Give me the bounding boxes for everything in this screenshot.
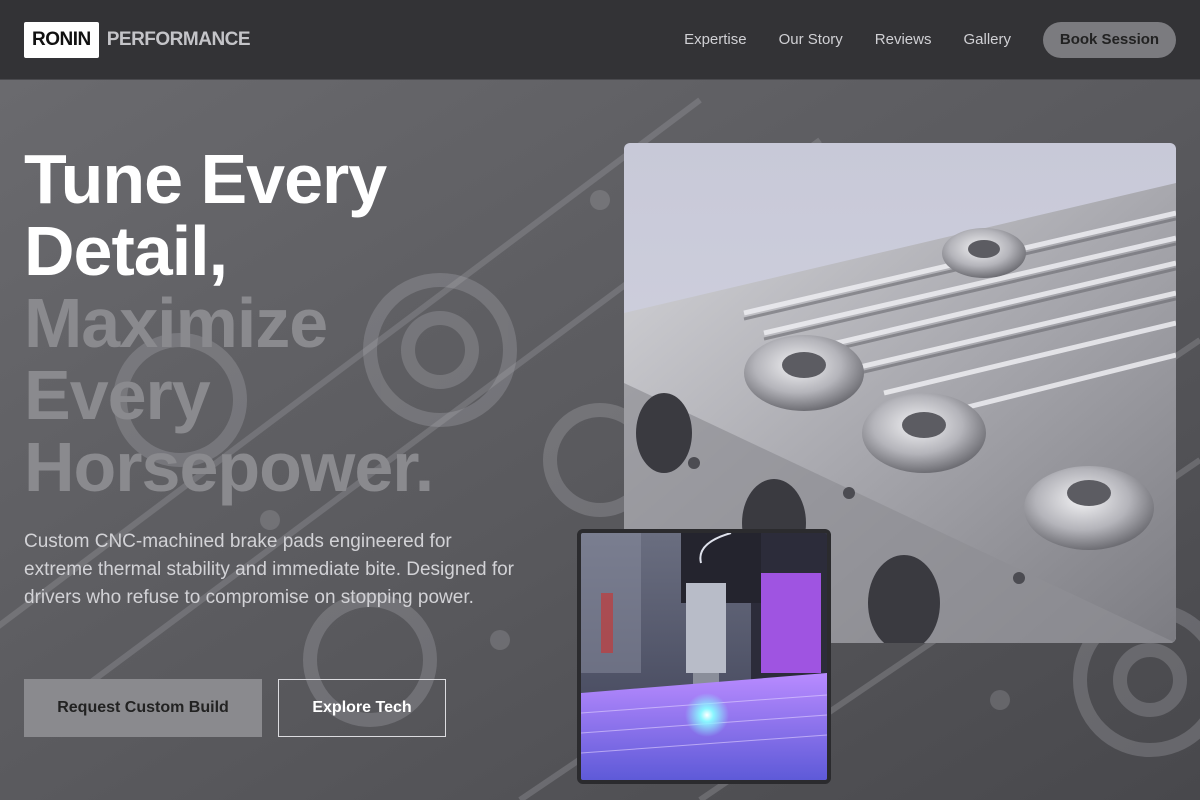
brand-logo[interactable]: RONIN PERFORMANCE bbox=[24, 21, 251, 58]
cnc-laser-photo bbox=[577, 529, 831, 784]
main-nav: Expertise Our Story Reviews Gallery Book… bbox=[684, 21, 1176, 58]
request-custom-build-button[interactable]: Request Custom Build bbox=[24, 679, 262, 737]
nav-link-expertise[interactable]: Expertise bbox=[684, 31, 747, 48]
headline-line-3: Maximize bbox=[24, 284, 328, 362]
hero-headline: Tune Every Detail, Maximize Every Horsep… bbox=[24, 143, 584, 503]
headline-line-4: Every bbox=[24, 356, 211, 434]
headline-line-5: Horsepower. bbox=[24, 428, 434, 506]
nav-link-reviews[interactable]: Reviews bbox=[875, 31, 932, 48]
logo-box: RONIN bbox=[24, 21, 99, 58]
hero-description: Custom CNC-machined brake pads engineere… bbox=[24, 531, 515, 608]
logo-text: PERFORMANCE bbox=[106, 28, 251, 50]
nav-link-our-story[interactable]: Our Story bbox=[779, 31, 843, 48]
explore-tech-button[interactable]: Explore Tech bbox=[278, 679, 446, 737]
headline-line-1: Tune Every bbox=[24, 140, 387, 218]
book-session-button[interactable]: Book Session bbox=[1043, 21, 1176, 58]
top-navigation-bar: RONIN PERFORMANCE Expertise Our Story Re… bbox=[0, 0, 1200, 80]
nav-link-gallery[interactable]: Gallery bbox=[963, 31, 1011, 48]
headline-line-2: Detail, bbox=[24, 212, 228, 290]
